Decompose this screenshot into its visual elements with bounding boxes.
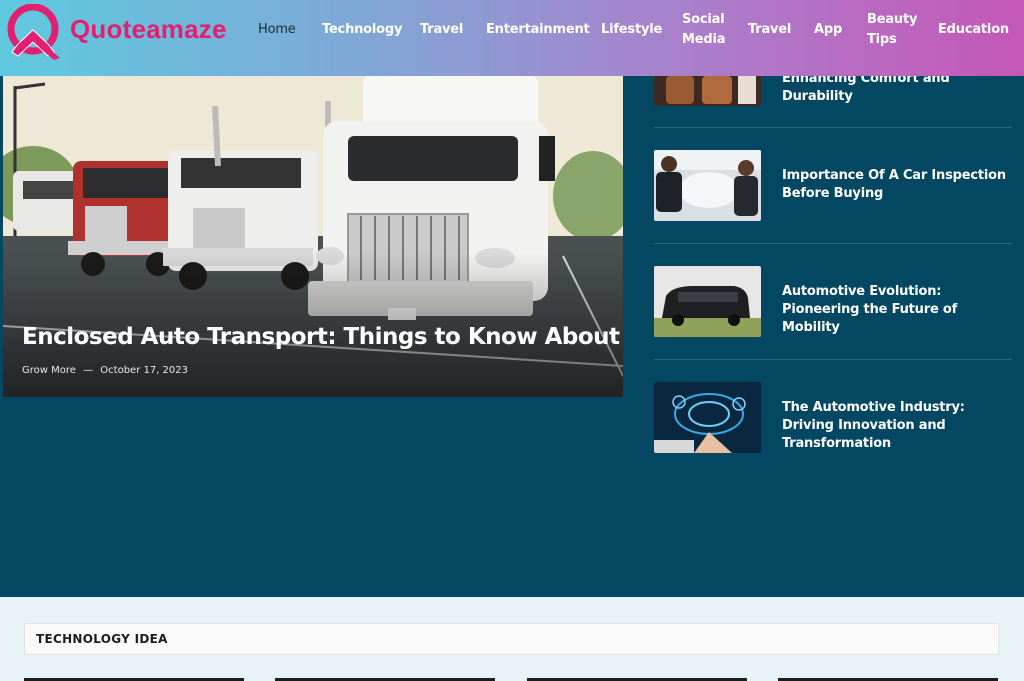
nav-education[interactable]: Education (938, 20, 1009, 40)
nav-beauty-tips[interactable]: Beauty Tips (867, 10, 917, 50)
dashboard-image (654, 382, 761, 453)
black-van-photo[interactable] (654, 266, 761, 337)
section-header-technology-idea: TECHNOLOGY IDEA (24, 623, 999, 655)
nav-home[interactable]: Home (258, 20, 296, 40)
featured-author[interactable]: Grow More (22, 365, 76, 376)
nav-beauty-tips-line1: Beauty (867, 12, 918, 27)
featured-post[interactable]: Enclosed Auto Transport: Things to Know … (3, 76, 623, 397)
divider (654, 359, 1012, 360)
mechanics-image (654, 150, 761, 221)
nav-entertainment[interactable]: Entertainment (486, 20, 590, 40)
section-title: TECHNOLOGY IDEA (36, 632, 168, 646)
nav-lifestyle[interactable]: Lifestyle (601, 20, 662, 40)
nav-travel-2[interactable]: Travel (748, 20, 791, 40)
nav-social-media-line2: Media (682, 32, 726, 47)
nav-travel[interactable]: Travel (420, 20, 463, 40)
main-nav: Home Technology Travel Entertainment Lif… (240, 0, 1020, 62)
side-post[interactable]: Automotive Evolution: Pioneering the Fut… (654, 266, 1012, 338)
digital-dashboard-photo[interactable] (654, 382, 761, 453)
nav-app[interactable]: App (814, 20, 842, 40)
nav-beauty-tips-line2: Tips (867, 32, 897, 47)
nav-social-media[interactable]: Social Media (682, 10, 725, 50)
side-post-title[interactable]: Importance Of A Car Inspection Before Bu… (782, 167, 1010, 203)
site-logo-text[interactable]: Quoteamaze (70, 14, 227, 45)
car-seat-image (654, 76, 761, 106)
van-image (654, 266, 761, 337)
logo-icon[interactable] (4, 4, 64, 60)
featured-date: October 17, 2023 (100, 365, 189, 376)
divider (654, 127, 1012, 128)
side-post-title[interactable]: The Automotive Industry: Driving Innovat… (782, 399, 1010, 453)
featured-meta: Grow More — October 17, 2023 (22, 365, 188, 376)
nav-technology[interactable]: Technology (322, 20, 402, 40)
site-header: Quoteamaze Home Technology Travel Entert… (0, 0, 1024, 76)
side-post[interactable]: The Automotive Industry: Driving Innovat… (654, 382, 1012, 454)
meta-separator: — (83, 365, 94, 376)
mechanics-inspection-photo[interactable] (654, 150, 761, 221)
featured-title[interactable]: Enclosed Auto Transport: Things to Know … (22, 324, 620, 350)
divider (654, 243, 1012, 244)
nav-social-media-line1: Social (682, 12, 725, 27)
side-post[interactable]: Enhancing Comfort and Durability (654, 71, 1012, 118)
side-post[interactable]: Importance Of A Car Inspection Before Bu… (654, 150, 1012, 222)
side-post-title[interactable]: Automotive Evolution: Pioneering the Fut… (782, 283, 1010, 337)
car-seat-photo[interactable] (654, 76, 761, 106)
